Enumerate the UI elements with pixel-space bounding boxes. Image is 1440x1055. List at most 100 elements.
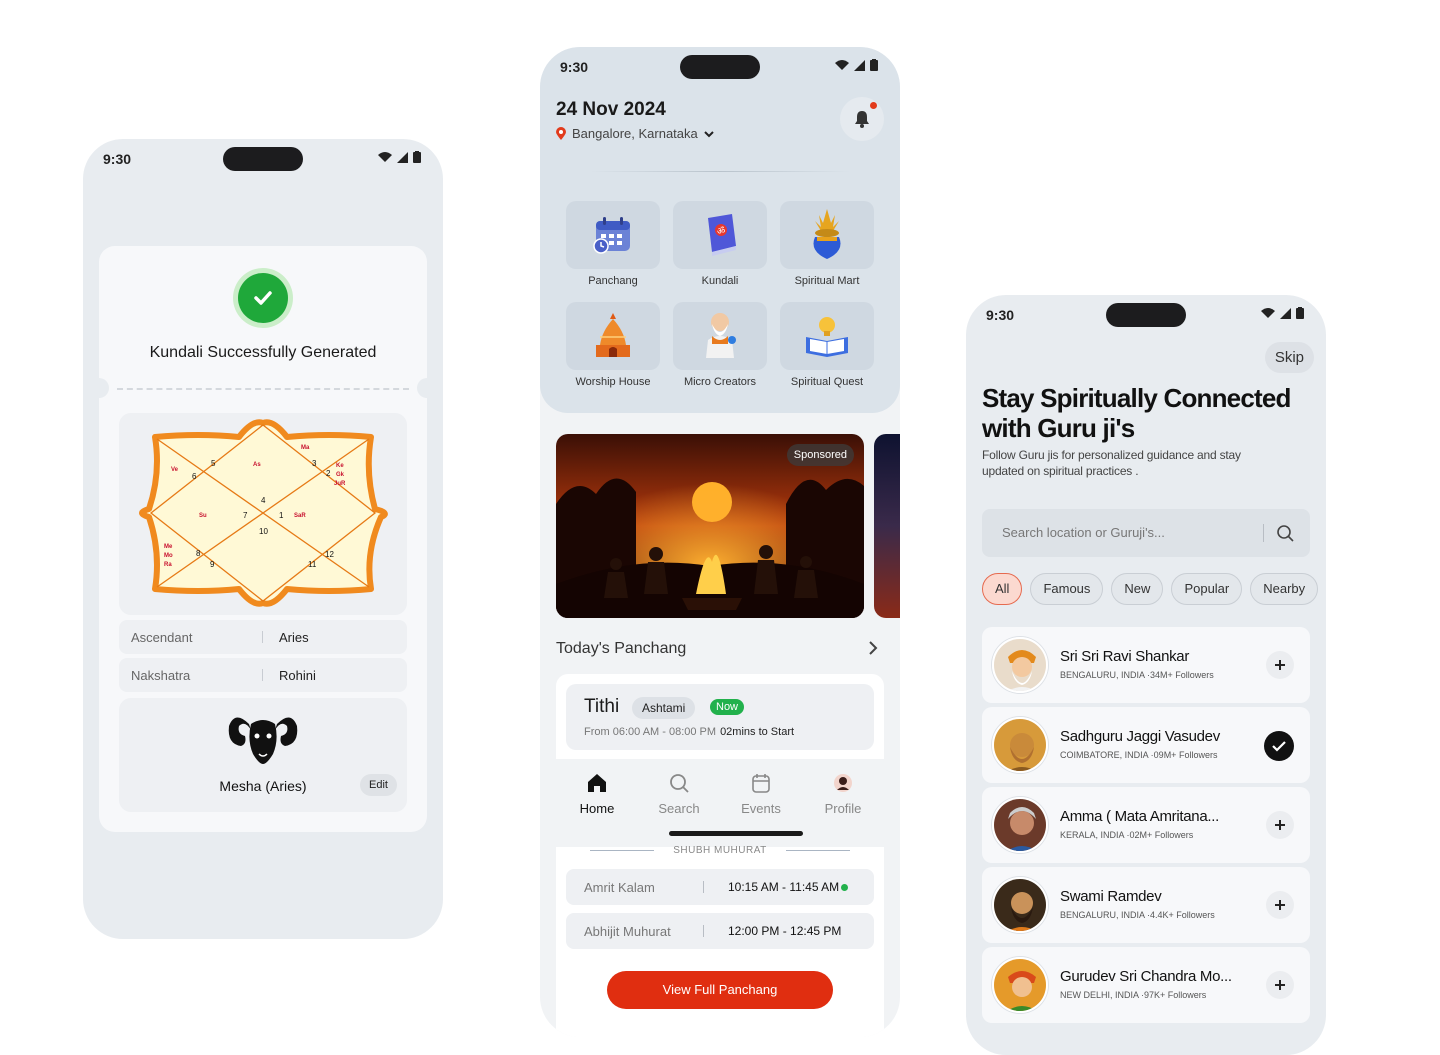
notification-button[interactable] (840, 97, 884, 141)
status-bar: 9:30 (540, 47, 900, 87)
guru-list-item[interactable]: Amma ( Mata Amritana... KERALA, INDIA ·0… (982, 787, 1310, 863)
tile-spiritual-quest[interactable] (780, 302, 874, 370)
guru-list-item[interactable]: Sadhguru Jaggi Vasudev COIMBATORE, INDIA… (982, 707, 1310, 783)
house-10: 10 (259, 527, 268, 536)
row-value: Rohini (279, 668, 316, 683)
nav-label: Search (658, 801, 700, 816)
tile-label-micro-creators: Micro Creators (683, 376, 757, 388)
planet-as: As (253, 462, 261, 468)
calendar-icon (593, 217, 630, 254)
edit-button[interactable]: Edit (360, 774, 397, 796)
tithi-box: Tithi Ashtami Now From 06:00 AM - 08:00 … (566, 684, 874, 750)
guru-list-item[interactable]: Swami Ramdev BENGALURU, INDIA ·4.4K+ Fol… (982, 867, 1310, 943)
battery-icon (1296, 307, 1304, 319)
book-icon: ॐ (708, 214, 736, 256)
filter-chip-new[interactable]: New (1111, 573, 1164, 605)
calendar-icon (752, 774, 770, 793)
divider (117, 388, 409, 390)
tile-label-spiritual-mart: Spiritual Mart (794, 275, 860, 287)
guru-name: Gurudev Sri Chandra Mo... (1060, 968, 1232, 985)
row-separator (262, 631, 263, 643)
row-label: Ascendant (131, 630, 193, 645)
notification-dot (870, 102, 877, 109)
wifi-icon (378, 152, 392, 162)
muhurat-time: 12:00 PM - 12:45 PM (728, 924, 842, 938)
avatar-icon (834, 774, 852, 792)
filter-chip-popular[interactable]: Popular (1171, 573, 1243, 605)
status-icons (835, 59, 878, 71)
plus-icon (1275, 820, 1285, 830)
tile-worship-house[interactable] (566, 302, 660, 370)
tithi-time: From 06:00 AM - 08:00 PM 02mins to Start (584, 726, 794, 738)
kundali-success-title: Kundali Successfully Generated (149, 344, 377, 361)
chevron-down-icon (704, 130, 714, 137)
guru-list-item[interactable]: Sri Sri Ravi Shankar BENGALURU, INDIA ·3… (982, 627, 1310, 703)
sponsored-banner[interactable]: Sponsored (556, 434, 864, 618)
house-11: 11 (308, 560, 317, 569)
plus-icon (1275, 660, 1285, 670)
house-4: 4 (261, 496, 266, 505)
guru-meta: NEW DELHI, INDIA ·97K+ Followers (1060, 990, 1207, 1000)
nav-home[interactable]: Home (562, 773, 632, 816)
house-7: 7 (243, 511, 248, 520)
location-selector[interactable]: Bangalore, Karnataka (556, 126, 714, 141)
shubh-muhurat-section: SHUBH MUHURAT Amrit Kalam 10:15 AM - 11:… (556, 845, 884, 1037)
guru-avatar (992, 877, 1048, 933)
nav-events[interactable]: Events (726, 773, 796, 816)
page-title: Stay Spiritually Connected with Guru ji'… (982, 383, 1291, 443)
planet-sar: SaR (294, 513, 306, 519)
planet-jur: JuR (334, 481, 346, 487)
ticket-notch-right (417, 378, 437, 398)
follow-button[interactable] (1266, 891, 1294, 919)
chevron-right-icon[interactable] (868, 641, 878, 655)
house-1: 1 (279, 511, 284, 520)
planet-ra: Ra (164, 562, 172, 568)
tile-panchang[interactable] (566, 201, 660, 269)
row-separator (262, 669, 263, 681)
search-input[interactable]: Search location or Guruji's... (982, 509, 1310, 557)
view-full-panchang-button[interactable]: View Full Panchang (607, 971, 833, 1009)
guru-name: Sadhguru Jaggi Vasudev (1060, 728, 1220, 745)
checkmark-icon (1272, 741, 1286, 752)
gurus-phone: 9:30 Skip Stay Spiritually Connected wit… (966, 295, 1326, 1055)
nakshatra-row: Nakshatra Rohini (119, 658, 407, 692)
guru-avatar (992, 637, 1048, 693)
guru-name: Sri Sri Ravi Shankar (1060, 648, 1190, 665)
kundali-chart: 1 2 3 4 5 6 7 8 9 10 11 12 Ma Ve As Ke G… (119, 413, 407, 615)
tile-micro-creators[interactable] (673, 302, 767, 370)
planet-ve: Ve (171, 467, 179, 473)
filter-chip-famous[interactable]: Famous (1030, 573, 1104, 605)
search-icon[interactable] (1276, 524, 1294, 542)
battery-icon (413, 151, 421, 163)
current-date: 24 Nov 2024 (556, 99, 666, 120)
muhurat-row: Amrit Kalam 10:15 AM - 11:45 AM (566, 869, 874, 905)
guru-list-item[interactable]: Gurudev Sri Chandra Mo... NEW DELHI, IND… (982, 947, 1310, 1023)
guru-meta: BENGALURU, INDIA ·34M+ Followers (1060, 670, 1214, 680)
follow-button[interactable] (1266, 971, 1294, 999)
wifi-icon (1261, 308, 1275, 318)
plus-icon (1275, 900, 1285, 910)
follow-button[interactable] (1266, 651, 1294, 679)
plus-icon (1275, 980, 1285, 990)
signal-icon (1280, 307, 1291, 319)
signal-icon (397, 151, 408, 163)
tile-spiritual-mart[interactable] (780, 201, 874, 269)
follow-button[interactable] (1266, 811, 1294, 839)
tile-label-panchang: Panchang (588, 275, 638, 287)
row-label: Nakshatra (131, 668, 191, 683)
next-banner-peek[interactable] (874, 434, 900, 618)
following-button[interactable] (1264, 731, 1294, 761)
skip-button[interactable]: Skip (1264, 342, 1314, 373)
filter-chip-all[interactable]: All (982, 573, 1023, 605)
row-separator (703, 881, 704, 893)
nav-profile[interactable]: Profile (808, 773, 878, 816)
planet-gk: Gk (336, 472, 345, 478)
nav-search[interactable]: Search (644, 773, 714, 816)
tile-kundali[interactable]: ॐ (673, 201, 767, 269)
temple-icon (596, 313, 630, 357)
aries-ram-icon (228, 717, 298, 764)
house-5: 5 (211, 459, 216, 468)
location-pin-icon (556, 127, 566, 140)
filter-chip-nearby[interactable]: Nearby (1250, 573, 1319, 605)
muhurat-label: Abhijit Muhurat (584, 924, 671, 939)
